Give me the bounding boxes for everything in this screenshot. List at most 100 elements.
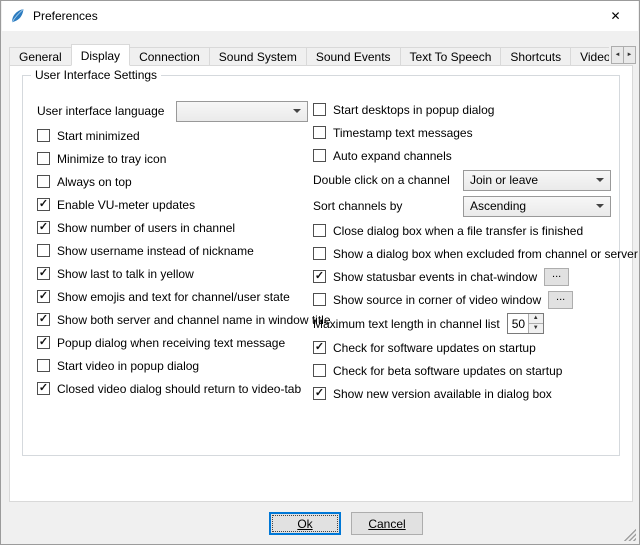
resize-grip[interactable] [623,528,636,541]
checkbox-label[interactable]: Show number of users in channel [57,221,235,235]
checkbox-label[interactable]: Always on top [57,175,132,189]
checkbox-unchecked-icon-minimize-to-tray-icon[interactable] [37,152,50,165]
checkbox-label[interactable]: Show emojis and text for channel/user st… [57,290,290,304]
tab-connection[interactable]: Connection [129,47,210,66]
tab-shortcuts[interactable]: Shortcuts [500,47,571,66]
checkbox-label[interactable]: Show both server and channel name in win… [57,313,331,327]
checkbox-unchecked-icon-auto-expand-channels[interactable] [313,149,326,162]
row-start-desktops-in-popup-dialog: Start desktops in popup dialog [313,98,611,121]
row-double-click-on-a-channel: Double click on a channelJoin or leave [313,167,611,193]
checkbox-label[interactable]: Show statusbar events in chat-window [333,270,537,284]
checkbox-label[interactable]: Check for beta software updates on start… [333,364,562,378]
window-title: Preferences [33,9,98,23]
spin-up-icon[interactable]: ▲ [529,314,543,323]
checkbox-label[interactable]: Start video in popup dialog [57,359,199,373]
tab-general[interactable]: General [9,47,72,66]
more-options-button-show-source-in-corner-of-video-window[interactable]: ... [548,291,573,309]
checkbox-label[interactable]: Popup dialog when receiving text message [57,336,285,350]
tab-bar: GeneralDisplayConnectionSound SystemSoun… [9,44,609,66]
row-start-video-in-popup-dialog: Start video in popup dialog [37,354,313,377]
checkbox-checked-icon-show-number-of-users-in-channel[interactable]: ✓ [37,221,50,234]
checkbox-checked-icon-show-new-version-available-in-dialog-box[interactable]: ✓ [313,387,326,400]
checkbox-unchecked-icon-show-username-instead-of-nickname[interactable] [37,244,50,257]
row-show-a-dialog-box-when-excluded-from-channel-or-server: Show a dialog box when excluded from cha… [313,242,611,265]
more-options-button-show-statusbar-events-in-chat-window[interactable]: ... [544,268,569,286]
close-icon[interactable]: ✕ [593,1,638,31]
checkbox-checked-icon-popup-dialog-when-receiving-text-message[interactable]: ✓ [37,336,50,349]
row-show-new-version-available-in-dialog-box: ✓ Show new version available in dialog bo… [313,382,611,405]
checkbox-unchecked-icon-check-for-beta-software-updates-on-startup[interactable] [313,364,326,377]
row-show-emojis-and-text-for-channel-user-state: ✓ Show emojis and text for channel/user s… [37,285,313,308]
spinner-value[interactable]: 50 [508,314,528,333]
checkbox-label[interactable]: Minimize to tray icon [57,152,166,166]
checkbox-unchecked-icon-start-minimized[interactable] [37,129,50,142]
title-bar[interactable]: Preferences [2,1,638,31]
checkbox-label[interactable]: Auto expand channels [333,149,452,163]
row-sort-channels-by: Sort channels byAscending [313,193,611,219]
checkbox-checked-icon-show-both-server-and-channel-name-in-window-title[interactable]: ✓ [37,313,50,326]
app-logo-icon [10,8,26,24]
checkbox-label[interactable]: Show username instead of nickname [57,244,254,258]
checkbox-checked-icon-closed-video-dialog-should-return-to-video-tab[interactable]: ✓ [37,382,50,395]
ok-button[interactable]: Ok [269,512,341,535]
row-show-username-instead-of-nickname: Show username instead of nickname [37,239,313,262]
tab-video[interactable]: Video [570,47,609,66]
tab-display[interactable]: Display [71,44,130,66]
checkbox-label[interactable]: Check for software updates on startup [333,341,536,355]
row-popup-dialog-when-receiving-text-message: ✓ Popup dialog when receiving text messag… [37,331,313,354]
dropdown-label: Double click on a channel [313,173,463,187]
row-minimize-to-tray-icon: Minimize to tray icon [37,147,313,170]
tab-scroll-control: ◄ ► [611,46,636,64]
checkbox-checked-icon-show-statusbar-events-in-chat-window[interactable]: ✓ [313,270,326,283]
row-start-minimized: Start minimized [37,124,313,147]
checkbox-unchecked-icon-show-source-in-corner-of-video-window[interactable] [313,293,326,306]
row-timestamp-text-messages: Timestamp text messages [313,121,611,144]
tab-sound-system[interactable]: Sound System [209,47,307,66]
checkbox-label[interactable]: Timestamp text messages [333,126,473,140]
row-show-statusbar-events-in-chat-window: ✓ Show statusbar events in chat-window... [313,265,611,288]
chevron-down-icon [596,178,604,182]
checkbox-label[interactable]: Start minimized [57,129,140,143]
tab-scroll-right-icon[interactable]: ► [623,46,636,64]
right-settings-column: Start desktops in popup dialog Timestamp … [313,98,611,405]
checkbox-unchecked-icon-show-a-dialog-box-when-excluded-from-channel-or-server[interactable] [313,247,326,260]
tab-sound-events[interactable]: Sound Events [306,47,401,66]
dropdown-label: User interface language [37,104,176,118]
checkbox-unchecked-icon-always-on-top[interactable] [37,175,50,188]
dropdown-sort-channels-by[interactable]: Ascending [463,196,611,217]
row-always-on-top: Always on top [37,170,313,193]
left-settings-column: User interface language Start minimized Mi… [37,98,313,400]
display-tab-page: User Interface Settings User interface l… [9,65,633,502]
checkbox-label[interactable]: Closed video dialog should return to vid… [57,382,301,396]
checkbox-checked-icon-check-for-software-updates-on-startup[interactable]: ✓ [313,341,326,354]
checkbox-label[interactable]: Close dialog box when a file transfer is… [333,224,583,238]
checkbox-label[interactable]: Show new version available in dialog box [333,387,552,401]
spinner-label: Maximum text length in channel list [313,317,500,331]
checkbox-checked-icon-show-emojis-and-text-for-channel-user-state[interactable]: ✓ [37,290,50,303]
row-check-for-software-updates-on-startup: ✓ Check for software updates on startup [313,336,611,359]
row-maximum-text-length-in-channel-list: Maximum text length in channel list 50▲▼ [313,311,611,336]
checkbox-checked-icon-enable-vu-meter-updates[interactable]: ✓ [37,198,50,211]
checkbox-unchecked-icon-start-desktops-in-popup-dialog[interactable] [313,103,326,116]
dropdown-double-click-on-a-channel[interactable]: Join or leave [463,170,611,191]
checkbox-label[interactable]: Show source in corner of video window [333,293,541,307]
cancel-button[interactable]: Cancel [351,512,423,535]
row-enable-vu-meter-updates: ✓ Enable VU-meter updates [37,193,313,216]
chevron-down-icon [596,204,604,208]
spinner-maximum-text-length-in-channel-list[interactable]: 50▲▼ [507,313,544,334]
checkbox-label[interactable]: Start desktops in popup dialog [333,103,494,117]
checkbox-checked-icon-show-last-to-talk-in-yellow[interactable]: ✓ [37,267,50,280]
checkbox-unchecked-icon-timestamp-text-messages[interactable] [313,126,326,139]
user-interface-settings-group: User Interface Settings User interface l… [22,75,620,456]
checkbox-label[interactable]: Enable VU-meter updates [57,198,195,212]
dropdown-user-interface-language[interactable] [176,101,308,122]
checkbox-unchecked-icon-start-video-in-popup-dialog[interactable] [37,359,50,372]
group-title: User Interface Settings [31,68,161,82]
checkbox-label[interactable]: Show a dialog box when excluded from cha… [333,247,638,261]
checkbox-unchecked-icon-close-dialog-box-when-a-file-transfer-is-finished[interactable] [313,224,326,237]
checkbox-label[interactable]: Show last to talk in yellow [57,267,194,281]
spin-down-icon[interactable]: ▼ [529,323,543,333]
row-auto-expand-channels: Auto expand channels [313,144,611,167]
tab-text-to-speech[interactable]: Text To Speech [400,47,502,66]
spinner-buttons: ▲▼ [528,314,543,333]
